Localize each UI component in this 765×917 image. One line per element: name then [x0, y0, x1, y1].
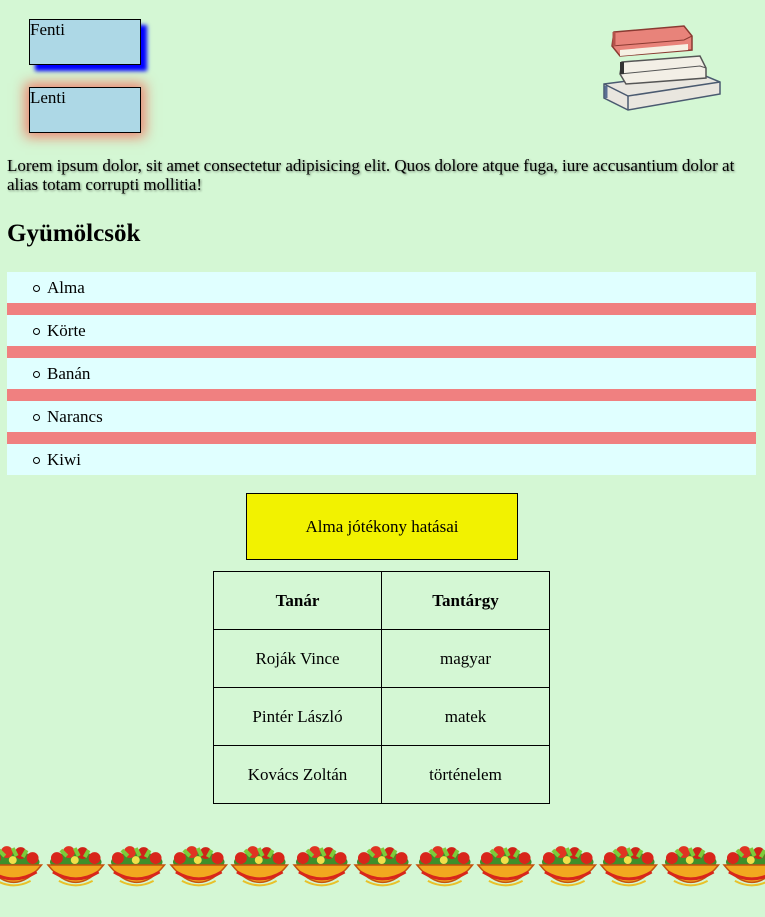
header-subject: Tantárgy: [381, 571, 550, 630]
bullet-icon: [33, 457, 40, 464]
fruit-label: Körte: [47, 321, 86, 340]
fruit-label: Narancs: [47, 407, 103, 426]
intro-paragraph: Lorem ipsum dolor, sit amet consectetur …: [7, 156, 735, 194]
fruits-heading: Gyümölcsök: [7, 220, 141, 247]
book-stack-icon: [603, 25, 721, 111]
salad-bowl-icon: [353, 846, 413, 887]
list-separator: [7, 346, 756, 358]
apple-benefits-box: Alma jótékony hatásai: [246, 493, 518, 560]
table-header-row: Tanár Tantárgy: [213, 571, 550, 630]
table-row: Pintér László matek: [213, 687, 550, 746]
bullet-icon: [33, 371, 40, 378]
subject-cell: magyar: [381, 629, 550, 688]
fruit-label: Banán: [47, 364, 91, 383]
salad-border: [0, 838, 765, 890]
teacher-table: Tanár Tantárgy Roják Vince magyar Pintér…: [213, 571, 550, 804]
salad-bowl-icon: [230, 846, 290, 887]
table-row: Roják Vince magyar: [213, 629, 550, 688]
list-item: Kiwi: [7, 444, 756, 475]
salad-bowl-icon: [168, 846, 228, 887]
salad-bowl-icon: [291, 846, 351, 887]
header-teacher: Tanár: [213, 571, 382, 630]
salad-bowl-icon: [0, 846, 44, 887]
subject-cell: matek: [381, 687, 550, 746]
salad-bowl-icon: [45, 846, 105, 887]
list-item: Banán: [7, 358, 756, 401]
fruit-label: Alma: [47, 278, 85, 297]
fruit-label: Kiwi: [47, 450, 81, 469]
salad-bowl-icon: [107, 846, 167, 887]
list-item: Alma: [7, 272, 756, 315]
salad-bowl-icon: [414, 846, 474, 887]
teacher-cell: Pintér László: [213, 687, 382, 746]
fruit-list: Alma Körte Banán Narancs Kiwi: [7, 272, 756, 475]
list-separator: [7, 432, 756, 444]
top-box: Fenti: [29, 19, 141, 65]
salad-bowl-icon: [722, 846, 765, 887]
bullet-icon: [33, 414, 40, 421]
salad-bowl-icon: [476, 846, 536, 887]
teacher-cell: Roják Vince: [213, 629, 382, 688]
list-item: Narancs: [7, 401, 756, 444]
salad-bowl-icon: [599, 846, 659, 887]
salad-bowl-icon: [660, 846, 720, 887]
salad-bowl-icon: [537, 846, 597, 887]
bullet-icon: [33, 328, 40, 335]
list-separator: [7, 303, 756, 315]
bullet-icon: [33, 285, 40, 292]
list-separator: [7, 389, 756, 401]
bottom-box: Lenti: [29, 87, 141, 133]
subject-cell: történelem: [381, 745, 550, 804]
teacher-cell: Kovács Zoltán: [213, 745, 382, 804]
table-row: Kovács Zoltán történelem: [213, 745, 550, 804]
list-item: Körte: [7, 315, 756, 358]
